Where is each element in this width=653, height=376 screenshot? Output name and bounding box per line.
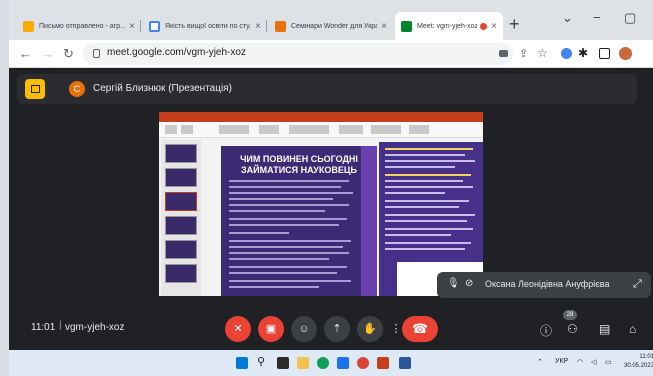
tray-chevron-icon[interactable]: ⌃: [537, 358, 543, 366]
powerpoint-titlebar: [159, 112, 483, 122]
chrome-icon[interactable]: [357, 357, 369, 369]
meeting-code: vgm-yjeh-xoz: [65, 322, 125, 333]
language-indicator[interactable]: УКР: [555, 358, 568, 365]
powerpoint-ribbon: [159, 122, 483, 138]
browser-tab-active[interactable]: Meet: vgm-yjeh-xoz ×: [395, 12, 503, 40]
battery-icon[interactable]: ▭: [605, 358, 612, 366]
reload-button[interactable]: ↻: [63, 46, 74, 62]
browser-tab[interactable]: Семінари Wonder для Укра... ×: [269, 12, 393, 40]
lock-icon: [93, 49, 100, 58]
close-tab-icon[interactable]: ×: [129, 21, 135, 32]
close-tab-icon[interactable]: ×: [491, 21, 497, 32]
raise-hand-button[interactable]: ✋: [357, 316, 383, 342]
slide-thumbnail: [165, 192, 197, 211]
profile-avatar[interactable]: [619, 47, 632, 60]
tab-title: Meet: vgm-yjeh-xoz: [417, 22, 478, 30]
tab-search-icon[interactable]: ⌄: [562, 10, 573, 26]
close-tab-icon[interactable]: ×: [381, 21, 387, 32]
powerpoint-app-icon[interactable]: [377, 357, 389, 369]
participant-tile[interactable]: 🎙 ⊘ Оксана Леонідівна Ануфрієва ⤢: [437, 272, 651, 298]
tab-title: Семінари Wonder для Укра...: [291, 22, 378, 30]
current-slide: ЧИМ ПОВИНЕН СЬОГОДНІ ЗАЙМАТИСЯ НАУКОВЕЦЬ: [221, 146, 377, 296]
presentation-icon: [25, 79, 45, 99]
left-edge-strip: [0, 0, 9, 376]
task-view-icon[interactable]: [277, 357, 289, 369]
meeting-details-icon[interactable]: ⓘ: [540, 322, 552, 339]
muted-mic-icon: 🎙: [447, 278, 460, 289]
present-screen-button[interactable]: ⇡: [324, 316, 350, 342]
taskbar-date: 30.05.2022: [624, 363, 653, 369]
camera-off-button[interactable]: ▣: [258, 316, 284, 342]
slide-heading: ЧИМ ПОВИНЕН СЬОГОДНІ ЗАЙМАТИСЯ НАУКОВЕЦЬ: [240, 154, 358, 175]
share-icon[interactable]: ⇪: [519, 47, 528, 60]
mic-off-button[interactable]: ✕: [225, 316, 251, 342]
browser-toolbar: ← → ↻ meet.google.com/vgm-yjeh-xoz ⇪ ☆ ✱: [9, 40, 653, 68]
url-text: meet.google.com/vgm-yjeh-xoz: [107, 47, 246, 58]
presenter-title: Сергій Близнюк (Презентація): [93, 83, 232, 94]
new-tab-button[interactable]: +: [509, 14, 520, 35]
browser-tab-bar: Письмо отправлено - агр... × Якість вищо…: [9, 0, 653, 40]
address-bar[interactable]: meet.google.com/vgm-yjeh-xoz: [83, 43, 513, 65]
bookmark-star-icon[interactable]: ☆: [537, 46, 548, 60]
presentation-header: С Сергій Близнюк (Презентація): [17, 74, 637, 104]
slide-thumbnails: [161, 140, 201, 296]
word-app-icon[interactable]: [399, 357, 411, 369]
side-panel-icon[interactable]: [599, 48, 610, 59]
participant-name: Оксана Леонідівна Ануфрієва: [485, 279, 610, 289]
meet-controls-bar: 11:01 | vgm-yjeh-xoz ✕ ▣ ☺ ⇡ ✋ ⋮ ☎ ⓘ 28 …: [9, 308, 653, 350]
shared-screen: ЧИМ ПОВИНЕН СЬОГОДНІ ЗАЙМАТИСЯ НАУКОВЕЦЬ: [159, 112, 483, 296]
leave-call-button[interactable]: ☎: [402, 316, 438, 342]
mail-app-icon[interactable]: [337, 357, 349, 369]
meeting-time: 11:01: [31, 322, 56, 333]
slide-thumbnail: [165, 216, 197, 235]
recording-dot-icon: [480, 22, 488, 30]
forward-button[interactable]: →: [41, 46, 54, 61]
wifi-icon[interactable]: ◠: [577, 358, 583, 366]
google-favicon-icon: [149, 20, 160, 32]
extension-icon[interactable]: [561, 48, 572, 59]
edge-browser-icon[interactable]: [317, 357, 329, 369]
search-icon[interactable]: ⚲: [257, 355, 269, 368]
browser-tab[interactable]: Письмо отправлено - агр... ×: [17, 12, 141, 40]
activities-icon[interactable]: ⌂: [629, 322, 636, 336]
close-tab-icon[interactable]: ×: [255, 21, 261, 32]
meet-favicon-icon: [401, 20, 412, 32]
volume-icon[interactable]: ◁: [591, 358, 596, 366]
file-explorer-icon[interactable]: [297, 357, 309, 369]
tab-title: Письмо отправлено - агр...: [39, 22, 126, 30]
tab-title: Якість вищої освіти по сту...: [165, 22, 252, 30]
presenter-avatar: С: [69, 81, 85, 97]
participants-count-badge: 28: [563, 310, 577, 320]
minimize-button[interactable]: −: [593, 10, 601, 25]
slide-thumbnail: [165, 264, 197, 283]
slide-thumbnail: [165, 240, 197, 259]
start-button-icon[interactable]: [236, 357, 248, 369]
expand-icon[interactable]: ⤢: [633, 278, 642, 291]
taskbar-clock[interactable]: 11:01 30.05.2022: [624, 353, 653, 371]
taskbar-time: 11:01: [639, 354, 653, 360]
emoji-reactions-button[interactable]: ☺: [291, 316, 317, 342]
chat-icon[interactable]: ▤: [599, 322, 610, 336]
camera-off-icon: ⊘: [465, 278, 474, 289]
wonder-favicon-icon: [275, 20, 286, 32]
maximize-button[interactable]: ▢: [624, 10, 636, 26]
meet-stage: С Сергій Близнюк (Презентація) ЧИМ ПОВИН…: [9, 68, 653, 350]
extensions-puzzle-icon[interactable]: ✱: [578, 46, 588, 60]
slide-side-image: [361, 146, 377, 296]
mail-favicon-icon: [23, 20, 34, 32]
people-icon[interactable]: ⚇: [567, 322, 578, 336]
screen-frame: Письмо отправлено - агр... × Якість вищо…: [0, 0, 653, 376]
windows-taskbar: ⚲ ⌃ УКР ◠ ◁ ▭ 11:01 30.05.2022: [9, 350, 653, 376]
browser-tab[interactable]: Якість вищої освіти по сту... ×: [143, 12, 267, 40]
camera-indicator-icon[interactable]: [499, 50, 508, 57]
slide-thumbnail: [165, 144, 197, 163]
slide-thumbnail: [165, 168, 197, 187]
back-button[interactable]: ←: [19, 46, 32, 61]
